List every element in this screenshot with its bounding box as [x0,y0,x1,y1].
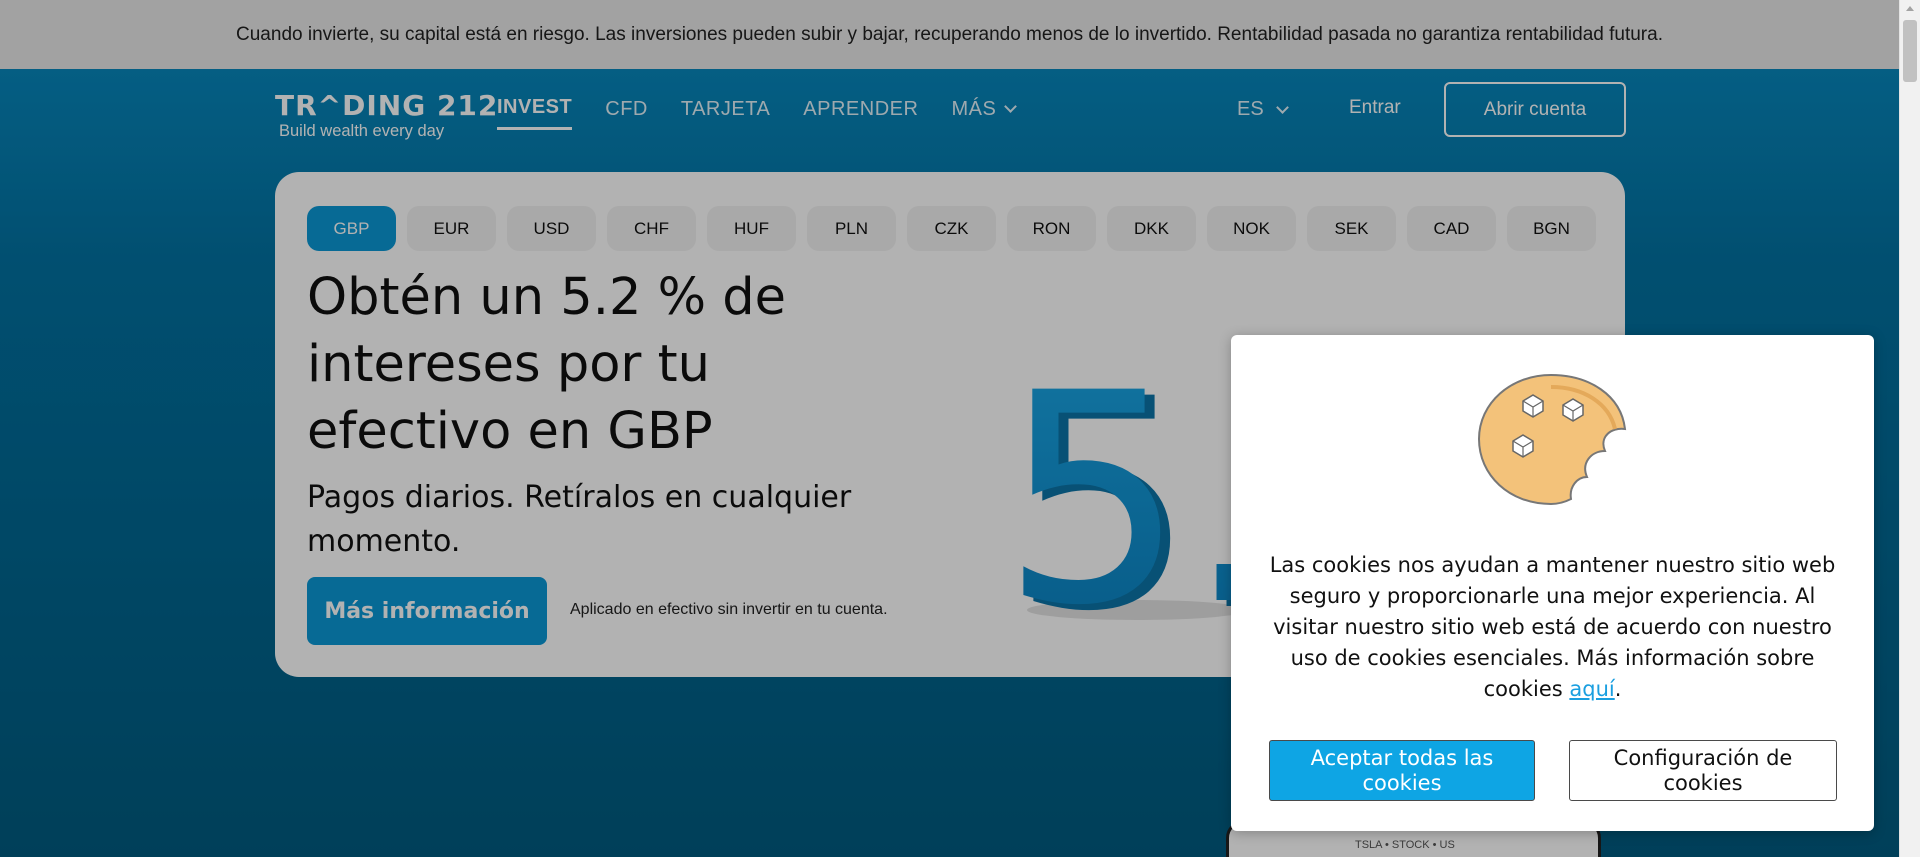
cookie-settings-button[interactable]: Configuración de cookies [1569,740,1837,801]
cookie-message: Las cookies nos ayudan a mantener nuestr… [1261,550,1844,705]
vertical-scrollbar[interactable] [1899,0,1920,857]
accept-all-cookies-button[interactable]: Aceptar todas las cookies [1269,740,1535,801]
page: Cuando invierte, su capital está en ries… [0,0,1920,857]
cookie-info-link[interactable]: aquí [1569,677,1614,701]
cookie-message-end: . [1614,677,1622,701]
cookie-message-text: Las cookies nos ayudan a mantener nuestr… [1269,553,1836,701]
scrollbar-thumb[interactable] [1903,20,1917,82]
cookie-icon [1477,373,1627,506]
cookie-consent-dialog: Las cookies nos ayudan a mantener nuestr… [1231,335,1874,831]
scroll-up-arrow-icon[interactable] [1906,6,1914,11]
